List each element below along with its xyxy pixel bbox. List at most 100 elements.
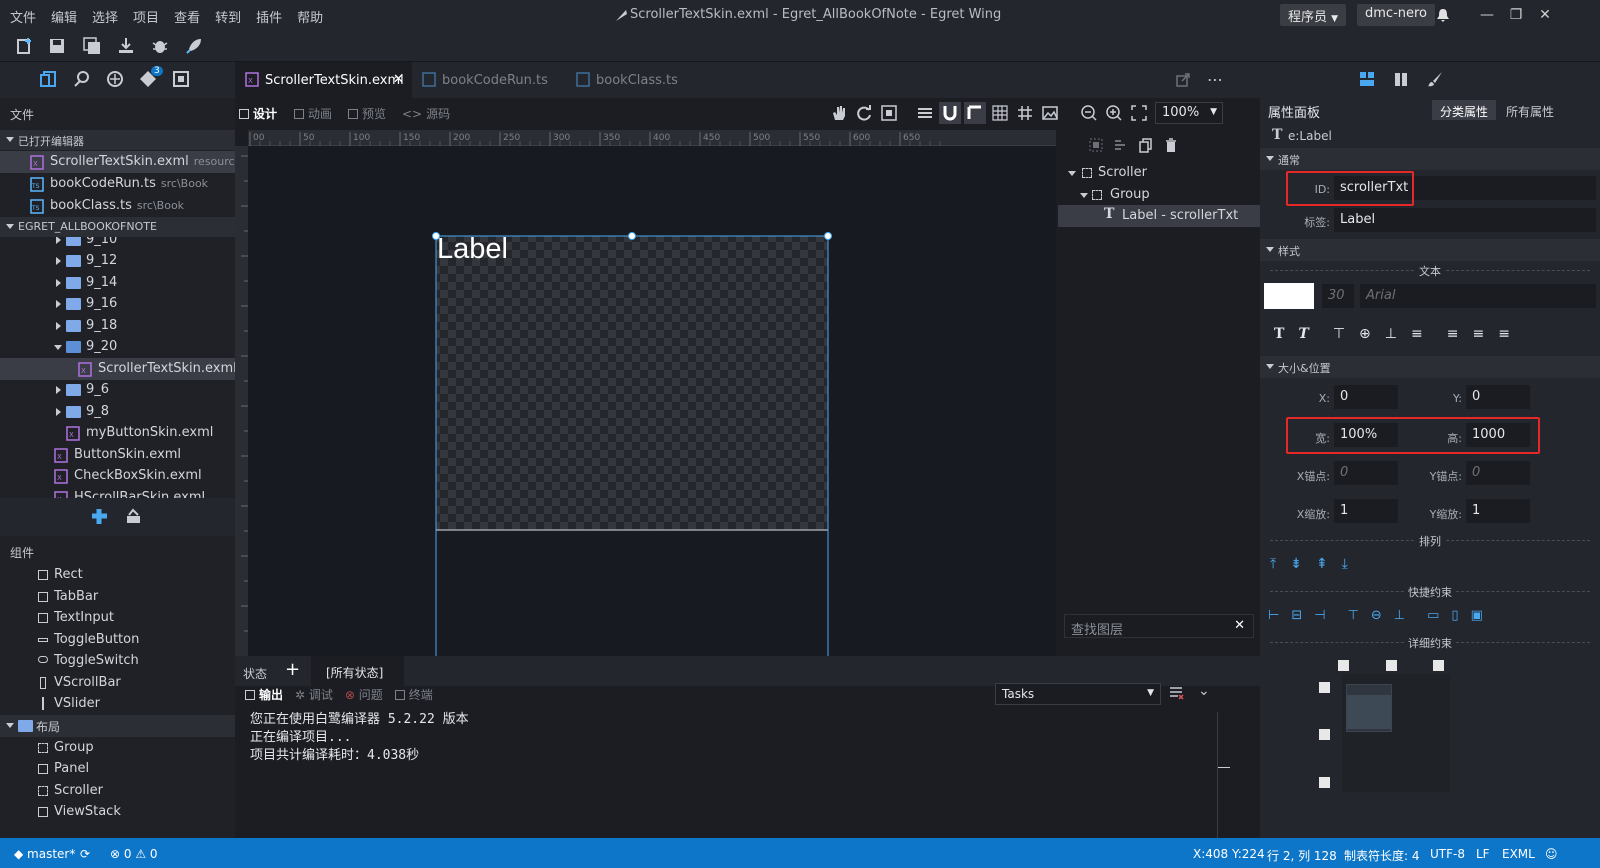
design-canvas[interactable]: Label [248,146,1056,656]
section-size-position[interactable]: 大小&位置 [1260,356,1600,378]
folder-item[interactable]: 9_16 [0,293,235,315]
resize-handle[interactable] [824,232,832,240]
file-item[interactable]: X ScrollerTextSkin.exml [0,358,235,380]
layout-item[interactable]: ViewStack [0,801,235,823]
constraint-top-left-checkbox[interactable] [1338,660,1349,671]
tab-problems[interactable]: ⊗ 问题 [345,686,383,703]
constrain-vcenter-icon[interactable]: ⊖ [1371,608,1382,623]
italic-icon[interactable]: T [1298,326,1308,342]
encoding[interactable]: UTF-8 [1430,847,1465,861]
folder-item[interactable]: 9_6 [0,379,235,401]
menu-goto[interactable]: 转到 [215,7,241,26]
collapse-all-icon[interactable] [1113,137,1129,153]
anchor-y-input[interactable]: 0 [1466,461,1530,485]
tab-category-props[interactable]: 分类属性 [1432,100,1496,120]
layout-item[interactable]: Group [0,737,235,759]
constraint-left-bottom-checkbox[interactable] [1319,777,1330,788]
y-input[interactable]: 0 [1466,385,1530,409]
scale-x-input[interactable]: 1 [1334,499,1398,523]
open-editor-item[interactable]: X ScrollerTextSkin.exml resource... [0,151,252,173]
feedback-icon[interactable]: ☺ [1545,847,1558,861]
layout-item[interactable]: Panel [0,758,235,780]
problems-summary[interactable]: ⊗ 0 ⚠ 0 [110,847,158,861]
component-item[interactable]: ToggleSwitch [0,650,235,672]
tab-debug[interactable]: ✲ 调试 [295,686,333,703]
grid-icon[interactable] [991,104,1009,122]
all-states-tab[interactable]: [所有状态] [311,656,404,686]
close-tab-icon[interactable]: ✕ [393,72,404,87]
align-middle-icon[interactable]: ⊕ [1359,326,1371,342]
zoom-select[interactable]: 100% ▼ [1155,102,1223,124]
folder-item-open[interactable]: 9_20 [0,336,235,358]
menu-select[interactable]: 选择 [92,7,118,26]
copy-icon[interactable] [1138,137,1154,153]
bold-icon[interactable]: T [1274,326,1284,342]
constrain-right-icon[interactable]: ⊣ [1314,608,1325,623]
line-ending[interactable]: LF [1476,847,1490,861]
console-scrollbar[interactable] [1217,712,1230,838]
source-mode-button[interactable]: <> 源码 [402,105,450,122]
line-col[interactable]: 行 2, 列 128 [1267,847,1337,864]
library-icon[interactable] [125,508,142,525]
component-item[interactable]: VScrollBar [0,672,235,694]
constrain-top-icon[interactable]: ⊤ [1348,608,1359,623]
send-backward-icon[interactable]: ⇞ [1316,556,1328,572]
tab-all-props[interactable]: 所有属性 [1506,103,1554,120]
menu-plugins[interactable]: 插件 [256,7,282,26]
menu-help[interactable]: 帮助 [297,7,323,26]
layout-item[interactable]: Scroller [0,780,235,802]
align-bottom-icon[interactable]: ⊥ [1385,326,1397,342]
user-button[interactable]: dmc-nero [1357,4,1436,26]
task-select[interactable]: Tasks ▼ [995,683,1161,705]
more-icon[interactable]: ⋯ [1207,70,1223,89]
run-rocket-icon[interactable] [185,37,203,55]
folder-item[interactable]: 9_10 [0,237,235,251]
debug-icon[interactable] [151,37,169,55]
tab-size[interactable]: 制表符长度: 4 [1344,847,1420,864]
brush-icon[interactable] [1426,70,1444,88]
fill-all-icon[interactable]: ▣ [1471,608,1483,623]
publish-icon[interactable] [117,37,135,55]
component-item[interactable]: TextInput [0,607,235,629]
outline-item-group[interactable]: Group [1058,184,1260,206]
ruler-toggle[interactable] [964,102,986,124]
collapse-panel-icon[interactable]: ⌄ [1198,683,1210,699]
search-icon[interactable] [73,70,91,88]
save-icon[interactable] [48,37,66,55]
magnet-toggle[interactable] [939,102,961,124]
align-top-icon[interactable]: ⊤ [1333,326,1345,342]
x-input[interactable]: 0 [1334,385,1398,409]
constraint-left-middle-checkbox[interactable] [1319,729,1330,740]
folder-item[interactable]: 9_12 [0,250,235,272]
expand-all-icon[interactable] [1088,137,1104,153]
font-family-input[interactable]: Arial [1360,284,1596,308]
component-item[interactable]: ToggleButton [0,629,235,651]
resize-handle[interactable] [628,232,636,240]
fill-width-icon[interactable]: ▭ [1427,608,1439,623]
anchor-x-input[interactable]: 0 [1334,461,1398,485]
canvas-label[interactable]: Label [437,233,508,266]
bell-icon[interactable] [1435,7,1451,23]
component-item[interactable]: TabBar [0,586,235,608]
folder-item[interactable]: 9_8 [0,401,235,423]
language-mode[interactable]: EXML [1502,847,1535,861]
layout-header[interactable]: 布局 [0,715,235,737]
bring-to-front-icon[interactable]: ⤒ [1270,556,1276,572]
file-item[interactable]: X CheckBoxSkin.exml [0,465,235,487]
menu-view[interactable]: 查看 [174,7,200,26]
section-style[interactable]: 样式 [1260,239,1600,261]
open-editor-item[interactable]: TS bookClass.ts src\Book [0,195,235,217]
menu-edit[interactable]: 编辑 [51,7,77,26]
component-item[interactable]: Rect [0,564,235,586]
open-editor-item[interactable]: TS bookCodeRun.ts src\Book [0,173,235,195]
tab-output[interactable]: 输出 [245,686,283,703]
open-editors-header[interactable]: 已打开编辑器 [0,130,235,150]
save-all-icon[interactable] [83,37,101,55]
align-left-icon[interactable]: ≡ [1447,326,1459,342]
open-preview-icon[interactable] [1175,72,1191,88]
send-to-back-icon[interactable]: ⤓ [1342,556,1348,572]
zoom-in-icon[interactable] [1105,104,1123,122]
git-branch[interactable]: ◆ master* [14,847,75,861]
guides-icon[interactable] [1016,104,1034,122]
hand-tool-icon[interactable] [830,104,848,122]
